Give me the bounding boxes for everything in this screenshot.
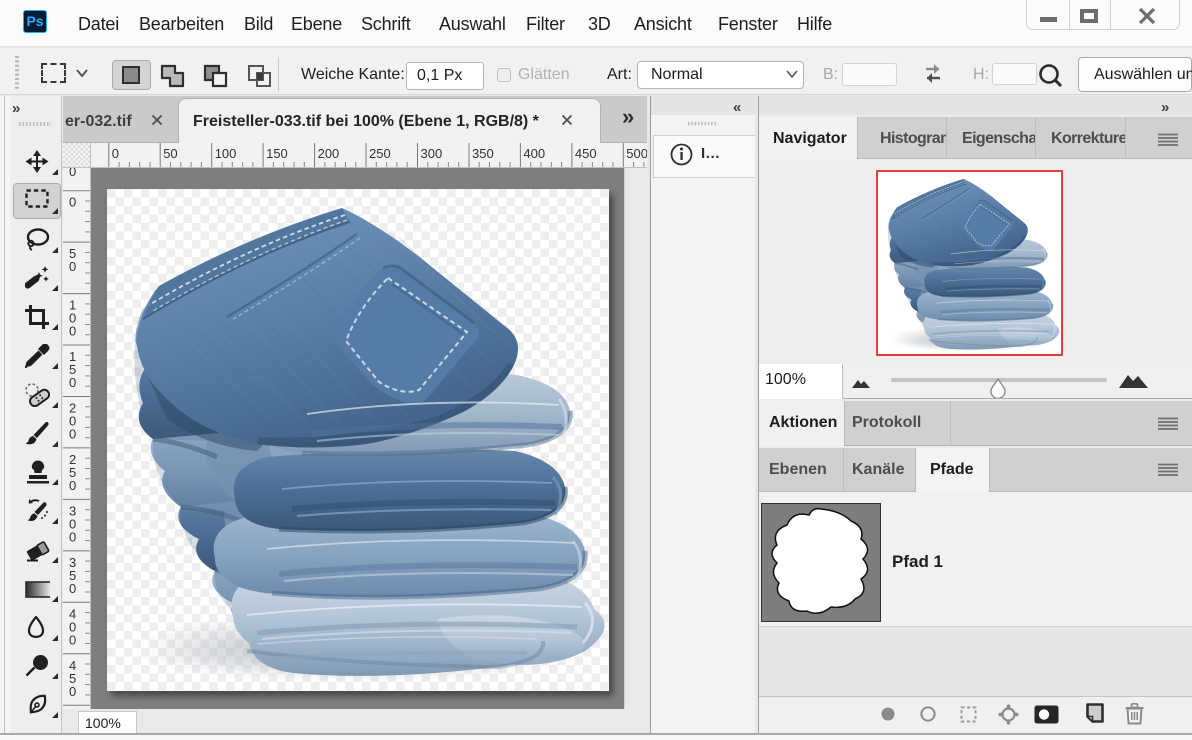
- svg-text:50: 50: [163, 146, 177, 161]
- svg-text:0: 0: [112, 146, 119, 161]
- svg-text:250: 250: [369, 146, 391, 161]
- svg-text:0: 0: [69, 375, 76, 390]
- svg-text:0: 0: [69, 195, 76, 210]
- svg-text:500: 500: [626, 146, 647, 161]
- svg-text:200: 200: [318, 146, 340, 161]
- svg-text:350: 350: [472, 146, 494, 161]
- svg-text:150: 150: [266, 146, 288, 161]
- svg-text:0: 0: [69, 324, 76, 339]
- svg-text:400: 400: [523, 146, 545, 161]
- svg-text:0: 0: [69, 427, 76, 442]
- svg-text:300: 300: [421, 146, 443, 161]
- svg-text:450: 450: [575, 146, 597, 161]
- svg-text:0: 0: [69, 259, 76, 274]
- svg-text:100: 100: [215, 146, 237, 161]
- svg-text:0: 0: [69, 168, 76, 179]
- svg-text:0: 0: [69, 684, 76, 699]
- svg-text:0: 0: [69, 529, 76, 544]
- svg-text:0: 0: [69, 581, 76, 596]
- svg-text:0: 0: [69, 632, 76, 647]
- svg-text:0: 0: [69, 478, 76, 493]
